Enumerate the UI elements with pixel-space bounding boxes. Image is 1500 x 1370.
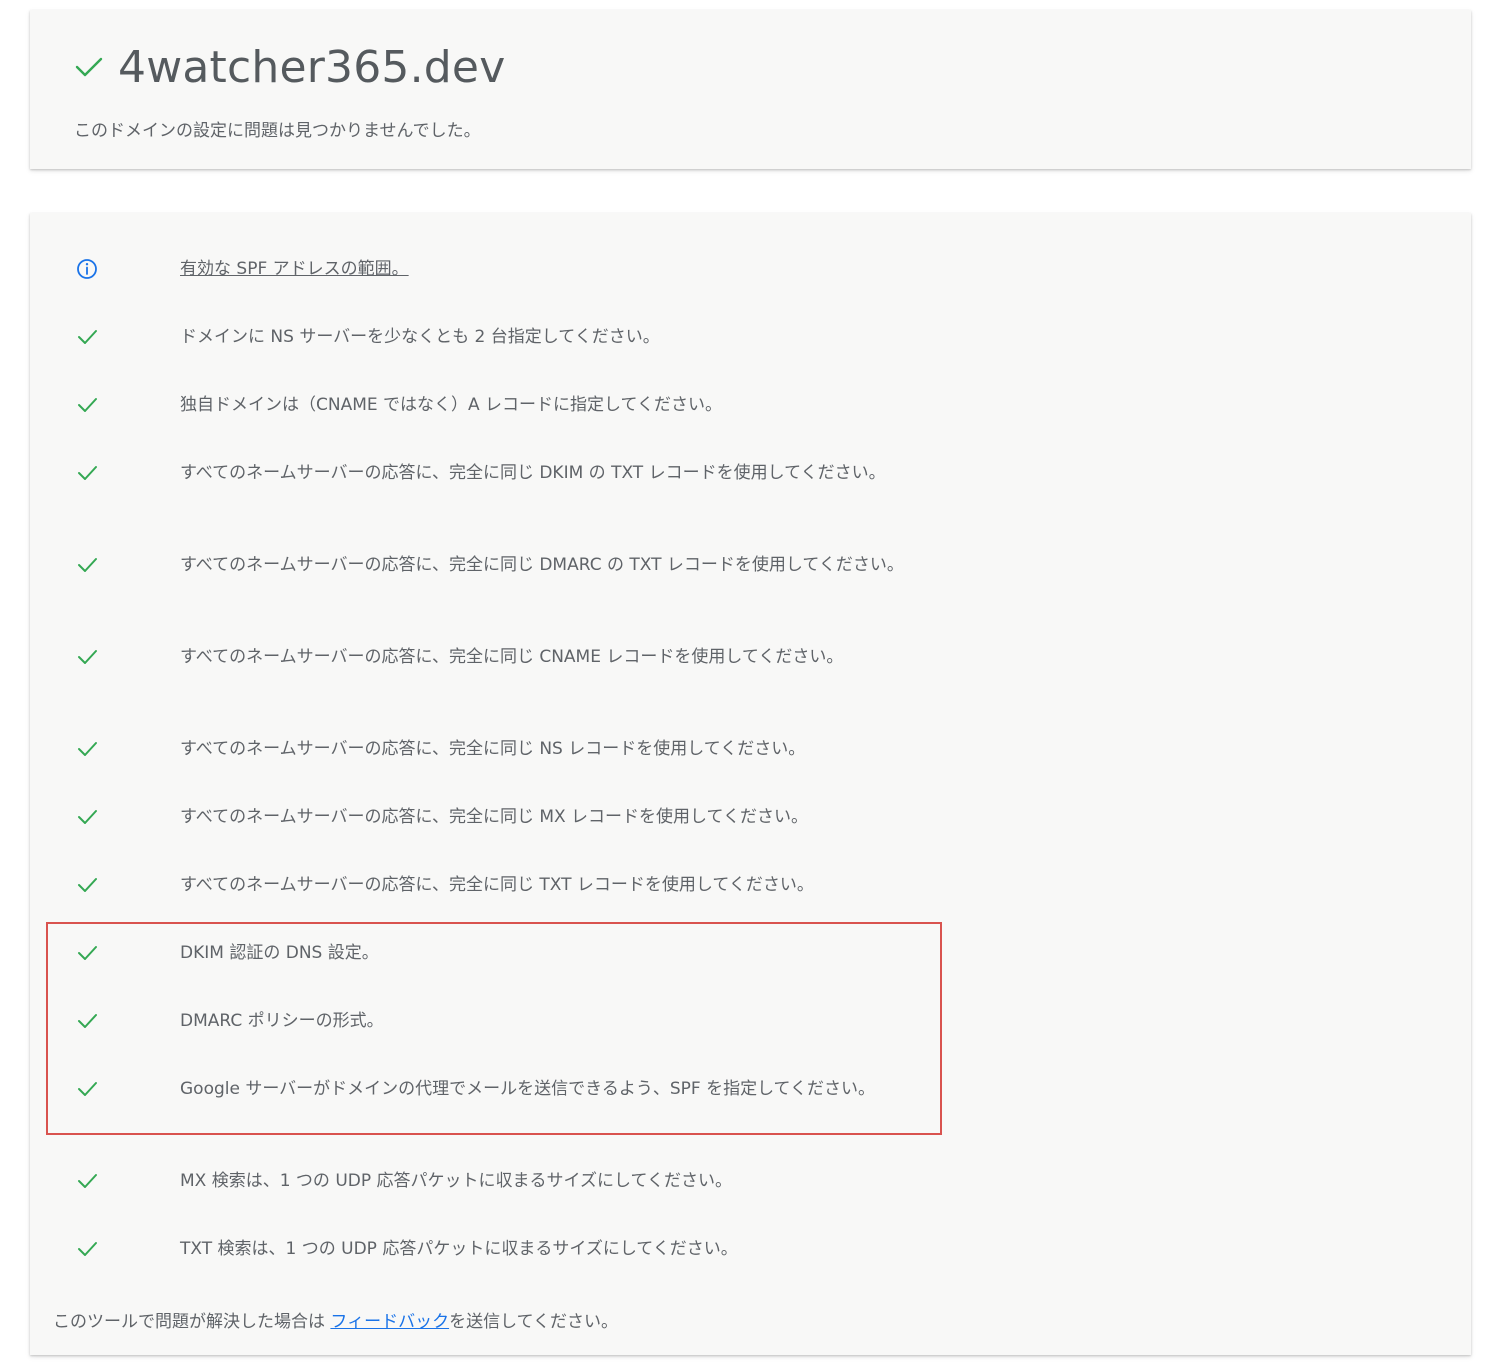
check-icon xyxy=(78,1174,97,1188)
check-text: Google サーバーがドメインの代理でメールを送信できるよう、SPF を指定し… xyxy=(180,1079,876,1099)
check-row: DMARC ポリシーの形式。 xyxy=(30,1009,1030,1069)
spf-range-link[interactable]: 有効な SPF アドレスの範囲。 xyxy=(180,259,409,279)
check-row: 独自ドメインは（CNAME ではなく）A レコードに指定してください。 xyxy=(30,393,1030,453)
check-row: すべてのネームサーバーの応答に、完全に同じ DKIM の TXT レコードを使用… xyxy=(30,461,1030,521)
check-text: すべてのネームサーバーの応答に、完全に同じ TXT レコードを使用してください。 xyxy=(180,875,814,895)
check-icon xyxy=(78,946,97,960)
feedback-footer: このツールで問題が解決した場合は フィードバックを送信してください。 xyxy=(53,1307,618,1332)
check-text: すべてのネームサーバーの応答に、完全に同じ MX レコードを使用してください。 xyxy=(180,807,809,827)
check-text: DMARC ポリシーの形式。 xyxy=(180,1011,384,1031)
check-text: すべてのネームサーバーの応答に、完全に同じ NS レコードを使用してください。 xyxy=(180,739,806,759)
check-icon xyxy=(78,878,97,892)
check-icon xyxy=(75,57,103,77)
footer-prefix: このツールで問題が解決した場合は xyxy=(53,1312,331,1332)
check-text: すべてのネームサーバーの応答に、完全に同じ DMARC の TXT レコードを使… xyxy=(180,555,904,575)
check-icon xyxy=(78,466,97,480)
summary-text: このドメインの設定に問題は見つかりませんでした。 xyxy=(74,121,481,141)
check-row: すべてのネームサーバーの応答に、完全に同じ NS レコードを使用してください。 xyxy=(30,737,1030,797)
check-icon xyxy=(78,810,97,824)
check-row: MX 検索は、1 つの UDP 応答パケットに収まるサイズにしてください。 xyxy=(30,1169,1030,1229)
check-row: ドメインに NS サーバーを少なくとも 2 台指定してください。 xyxy=(30,325,1030,385)
check-row: 有効な SPF アドレスの範囲。 xyxy=(30,257,1030,317)
check-text: MX 検索は、1 つの UDP 応答パケットに収まるサイズにしてください。 xyxy=(180,1171,732,1191)
check-icon xyxy=(78,1082,97,1096)
check-row: DKIM 認証の DNS 設定。 xyxy=(30,941,1030,1001)
check-row: TXT 検索は、1 つの UDP 応答パケットに収まるサイズにしてください。 xyxy=(30,1237,1030,1297)
check-text: 独自ドメインは（CNAME ではなく）A レコードに指定してください。 xyxy=(180,395,723,415)
check-row: すべてのネームサーバーの応答に、完全に同じ DMARC の TXT レコードを使… xyxy=(30,553,1030,613)
check-text: すべてのネームサーバーの応答に、完全に同じ DKIM の TXT レコードを使用… xyxy=(180,463,886,483)
feedback-link[interactable]: フィードバック xyxy=(330,1312,449,1332)
check-text[interactable]: 有効な SPF アドレスの範囲。 xyxy=(180,257,920,281)
domain-title-row: 4watcher365.dev xyxy=(74,40,505,94)
check-text: TXT 検索は、1 つの UDP 応答パケットに収まるサイズにしてください。 xyxy=(180,1239,738,1259)
check-row: Google サーバーがドメインの代理でメールを送信できるよう、SPF を指定し… xyxy=(30,1077,1030,1137)
check-text: ドメインに NS サーバーを少なくとも 2 台指定してください。 xyxy=(180,327,660,347)
check-text: すべてのネームサーバーの応答に、完全に同じ CNAME レコードを使用してくださ… xyxy=(180,647,844,667)
check-icon xyxy=(78,650,97,664)
info-icon xyxy=(77,259,97,279)
check-row: すべてのネームサーバーの応答に、完全に同じ MX レコードを使用してください。 xyxy=(30,805,1030,865)
check-icon xyxy=(78,1014,97,1028)
check-results-card: 有効な SPF アドレスの範囲。 ドメインに NS サーバーを少なくとも 2 台… xyxy=(30,213,1471,1355)
domain-header-card: 4watcher365.dev このドメインの設定に問題は見つかりませんでした。 xyxy=(30,10,1471,169)
domain-title: 4watcher365.dev xyxy=(118,41,506,93)
check-icon xyxy=(78,398,97,412)
check-icon xyxy=(78,742,97,756)
check-text: DKIM 認証の DNS 設定。 xyxy=(180,943,379,963)
check-row: すべてのネームサーバーの応答に、完全に同じ CNAME レコードを使用してくださ… xyxy=(30,645,1030,705)
footer-suffix: を送信してください。 xyxy=(449,1312,619,1332)
check-icon xyxy=(78,330,97,344)
check-icon xyxy=(78,1242,97,1256)
check-icon xyxy=(78,558,97,572)
